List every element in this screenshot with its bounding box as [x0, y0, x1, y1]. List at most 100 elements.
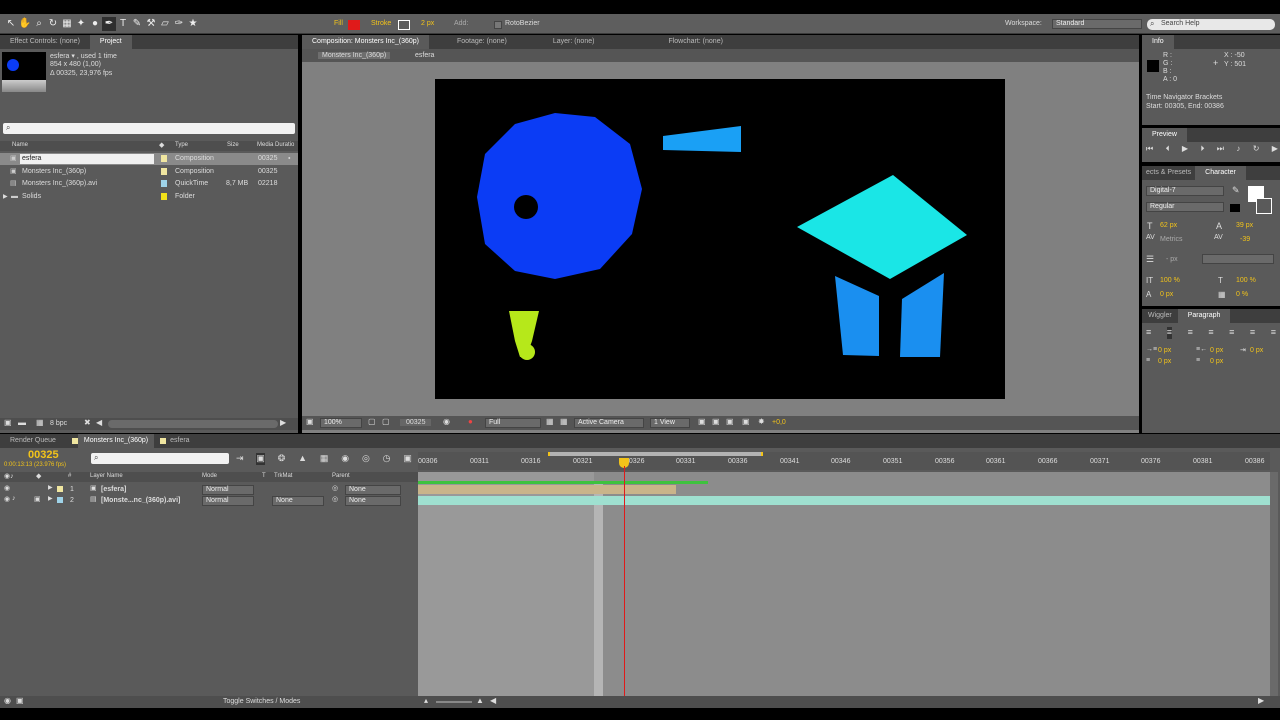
layer-mode-dropdown[interactable]: Normal	[202, 496, 254, 506]
expand-triangle-icon[interactable]: ▶	[48, 495, 53, 502]
col-name[interactable]: Name	[12, 142, 28, 148]
layer-trkmat-dropdown[interactable]: None	[272, 496, 324, 506]
scroll-right-icon[interactable]: ▶	[280, 418, 286, 427]
tracking-value[interactable]: -39	[1240, 236, 1250, 243]
scroll-left-icon[interactable]: ◀	[96, 418, 102, 427]
transparency-grid-icon[interactable]: ▦	[560, 417, 568, 426]
col-layer-name[interactable]: Layer Name	[90, 473, 123, 479]
layer-parent-dropdown[interactable]: None	[345, 485, 401, 495]
col-size[interactable]: Size	[227, 142, 239, 148]
timeline-vscrollbar[interactable]	[1270, 472, 1278, 696]
leading-value[interactable]: 39 px	[1236, 222, 1253, 229]
selection-tool-icon[interactable]: ↖	[4, 17, 18, 31]
layer-name[interactable]: [esfera]	[101, 486, 126, 493]
flowchart-view-icon[interactable]: ▣	[742, 417, 750, 426]
tab-project[interactable]: Project	[89, 35, 132, 49]
align-right-icon[interactable]: ≡	[1188, 327, 1193, 339]
toggle-switches-modes-button[interactable]: Toggle Switches / Modes	[223, 698, 300, 705]
frame-blending-icon[interactable]: ▦	[320, 453, 329, 465]
font-size-value[interactable]: 62 px	[1160, 222, 1177, 229]
layer-row[interactable]: ◉ ▶ 1 ▣ [esfera] Normal ◎ None	[0, 484, 418, 495]
tab-timeline-esfera[interactable]: esfera	[166, 434, 193, 448]
always-preview-icon[interactable]: ▣	[306, 417, 314, 426]
indent-left-value[interactable]: 0 px	[1158, 347, 1171, 354]
tsume-value[interactable]: 0 %	[1236, 291, 1248, 298]
project-item[interactable]: ▣ esfera Composition 00325 ⬩	[0, 153, 298, 165]
first-frame-icon[interactable]: ⏮	[1146, 144, 1153, 156]
motion-blur-icon[interactable]: ◉	[341, 453, 349, 465]
zoom-tool-icon[interactable]: ⌕	[32, 17, 46, 31]
graph-editor-icon[interactable]: ▣	[403, 453, 412, 465]
tab-character[interactable]: Character	[1195, 166, 1246, 180]
col-parent[interactable]: Parent	[332, 473, 350, 479]
show-channel-icon[interactable]: ●	[468, 417, 473, 426]
timeline-icon[interactable]: ▣	[726, 417, 734, 426]
project-item[interactable]: ▣ Monsters Inc_(360p) Composition 00325	[0, 166, 298, 178]
tab-wiggler[interactable]: Wiggler	[1142, 309, 1178, 323]
project-item[interactable]: ▤ Monsters Inc_(360p).avi QuickTime 8,7 …	[0, 178, 298, 190]
toggle-pixel-aspect-icon[interactable]: ▣	[698, 417, 706, 426]
black-swatch[interactable]	[1230, 204, 1240, 212]
scroll-left-icon[interactable]: ◀	[490, 696, 496, 705]
layer-name[interactable]: [Monste...nc_(360p).avi]	[101, 497, 180, 504]
timeline-search-input[interactable]: ⌕	[91, 453, 229, 464]
work-area-bar[interactable]	[548, 452, 763, 456]
space-before-value[interactable]: 0 px	[1158, 358, 1171, 365]
tab-footage[interactable]: Footage: (none)	[447, 35, 517, 49]
stroke-swatch[interactable]	[398, 20, 410, 30]
justify-left-icon[interactable]: ≡	[1208, 327, 1213, 339]
layer-bar-esfera[interactable]	[418, 485, 676, 494]
audio-switch-icon[interactable]: ♪	[12, 495, 16, 502]
video-switch-icon[interactable]: ◉	[4, 495, 10, 503]
pan-behind-tool-icon[interactable]: ✦	[74, 17, 88, 31]
time-ruler[interactable]: 00306 00311 00316 00321 00326 00331 0033…	[418, 452, 1270, 470]
fill-swatch[interactable]	[348, 20, 360, 30]
next-frame-icon[interactable]: ⏵	[1200, 144, 1204, 156]
tab-render-queue[interactable]: Render Queue	[0, 434, 66, 448]
justify-right-icon[interactable]: ≡	[1250, 327, 1255, 339]
font-style-dropdown[interactable]: Regular	[1146, 202, 1224, 212]
scroll-right-icon[interactable]: ▶	[1258, 696, 1264, 705]
camera-tool-icon[interactable]: ▦	[60, 17, 74, 31]
label-icon[interactable]: ◆	[159, 141, 164, 149]
lock-icon[interactable]: ▣	[34, 495, 41, 503]
puppet-tool-icon[interactable]: ★	[186, 17, 200, 31]
transfer-controls-icon[interactable]: ▣	[16, 696, 24, 705]
expand-triangle-icon[interactable]: ▶	[48, 484, 53, 491]
project-item-name[interactable]: esfera	[20, 154, 154, 164]
viewer-timecode[interactable]: 00325	[400, 419, 432, 426]
exposure-icon[interactable]: ✸	[758, 417, 765, 426]
baseline-shift-value[interactable]: 0 px	[1160, 291, 1173, 298]
tab-timeline-comp[interactable]: Monsters Inc_(360p)	[77, 434, 155, 448]
safe-zones-icon[interactable]: ▢	[368, 417, 376, 426]
roto-brush-tool-icon[interactable]: ✑	[172, 17, 186, 31]
type-tool-icon[interactable]: T	[116, 17, 130, 31]
video-switch-icon[interactable]: ◉	[4, 484, 10, 492]
snapshot-icon[interactable]: ◉	[443, 417, 450, 426]
project-item[interactable]: ▶ ▬ Solids Folder	[0, 191, 298, 203]
layer-parent-dropdown[interactable]: None	[345, 496, 401, 506]
breadcrumb-item-comp[interactable]: Monsters Inc_(360p)	[318, 52, 391, 59]
horizontal-scale-value[interactable]: 100 %	[1236, 277, 1256, 284]
clone-stamp-tool-icon[interactable]: ⚒	[144, 17, 158, 31]
col-t[interactable]: T	[262, 473, 266, 479]
kerning-value[interactable]: Metrics	[1160, 236, 1183, 243]
breadcrumb-item-esfera[interactable]: esfera	[415, 52, 434, 59]
live-update-icon[interactable]: ▣	[256, 453, 265, 465]
tab-effects-presets[interactable]: ects & Presets	[1142, 166, 1195, 180]
current-time-display[interactable]: 00325	[28, 449, 59, 461]
tab-layer[interactable]: Layer: (none)	[543, 35, 605, 49]
region-of-interest-icon[interactable]: ▦	[546, 417, 554, 426]
layer-mode-dropdown[interactable]: Normal	[202, 485, 254, 495]
new-comp-icon[interactable]: ▦	[36, 418, 44, 427]
project-search-input[interactable]: ⌕	[3, 123, 295, 134]
stroke-over-fill-dropdown[interactable]	[1202, 254, 1274, 264]
align-left-icon[interactable]: ≡	[1146, 327, 1151, 339]
hide-shy-layers-icon[interactable]: ▲	[298, 453, 307, 465]
last-frame-icon[interactable]: ⏭	[1217, 144, 1224, 156]
tab-paragraph[interactable]: Paragraph	[1177, 309, 1231, 323]
tab-info[interactable]: Info	[1142, 35, 1174, 49]
tab-flowchart[interactable]: Flowchart: (none)	[658, 35, 732, 49]
rotobezier-checkbox[interactable]	[494, 21, 502, 29]
parent-pickwhip-icon[interactable]: ◎	[332, 495, 338, 503]
